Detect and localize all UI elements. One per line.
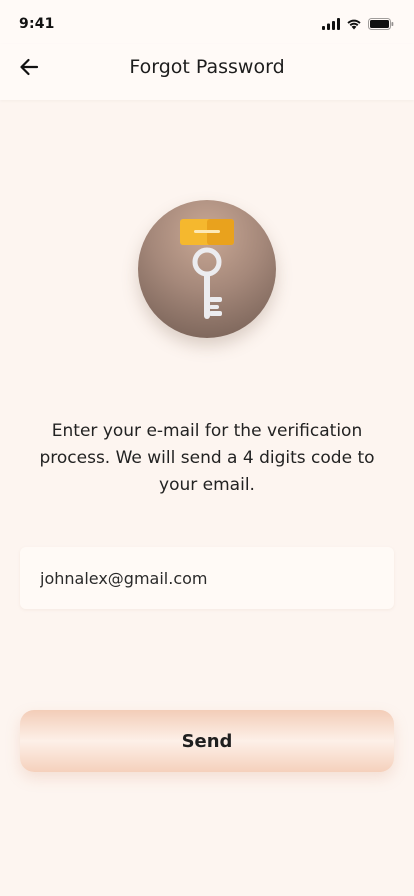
page-title: Forgot Password <box>129 56 285 78</box>
email-field[interactable] <box>40 568 374 588</box>
wifi-icon <box>346 15 362 34</box>
battery-icon <box>368 15 394 34</box>
key-illustration <box>138 200 276 338</box>
email-field-container <box>20 547 394 609</box>
status-bar: 9:41 <box>0 0 414 44</box>
status-time: 9:41 <box>19 16 55 32</box>
instruction-text: Enter your e-mail for the verification p… <box>39 421 375 495</box>
send-button[interactable]: Send <box>20 710 394 772</box>
status-icons <box>322 15 394 34</box>
header: Forgot Password <box>0 44 414 100</box>
signal-icon <box>322 15 340 34</box>
